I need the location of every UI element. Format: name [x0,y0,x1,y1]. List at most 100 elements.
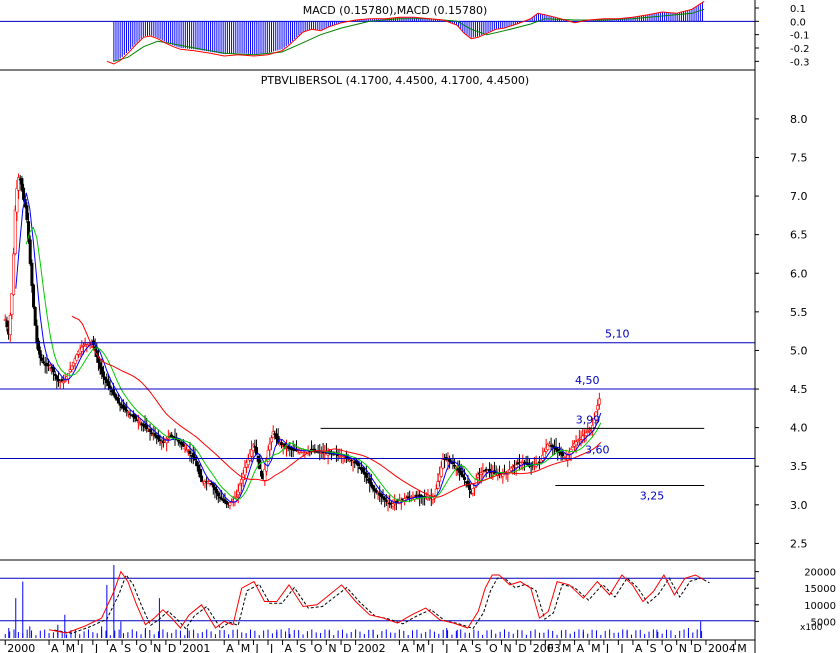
price-candle-body [436,481,440,489]
price-tick-label: 4.5 [790,383,808,396]
price-candle-body [361,467,365,473]
price-candle-body [448,458,452,462]
price-candle-body [488,468,492,472]
x-tick-label: 2002 [358,642,386,653]
price-candle-body [280,442,284,446]
price-tick-label: 8.0 [790,113,808,126]
price-candle-body [158,439,162,442]
x-tick-label: A [226,642,234,653]
price-candle-body [453,465,457,467]
volume-tick-label: 10000 [804,601,836,612]
price-tick-label: 3.5 [790,460,808,473]
price-candle-body [12,253,16,295]
price-candle-body [126,412,130,414]
price-candle-body [576,439,580,443]
volume-unit-label: x100 [800,623,823,633]
price-candle-body [586,431,590,433]
price-candle-body [383,497,387,500]
price-candle-body [123,406,127,411]
price-candle-body [200,475,204,482]
price-candle-body [584,432,588,436]
price-candle-body [136,421,140,423]
price-candle-body [32,284,36,308]
price-candle-body [8,315,12,335]
price-candle-body [108,385,112,389]
x-tick-label: M [66,642,76,653]
price-candle-body [270,437,274,443]
price-candle-body [118,403,122,406]
price-candle-body [106,381,110,386]
price-candle-body [501,473,505,477]
price-candle-body [556,448,560,452]
x-tick-label: 2004 [708,642,736,653]
price-candle-body [33,306,37,326]
volume-tick-label: 15000 [804,584,836,595]
x-tick-label: A [460,642,468,653]
price-candle-body [181,443,185,447]
x-tick-label: A [285,642,293,653]
x-tick-label: J [605,642,609,653]
x-tick-label: S [299,642,306,653]
support-segment-label: 3,25 [640,490,665,503]
x-tick-label: D [168,642,176,653]
reference-line-label: 5,10 [605,328,630,341]
price-tick-label: 4.0 [790,422,808,435]
x-axis: 2000 A M J J A S O N D 2001 A M J J A S O N D 2002 A M J J A S O N D 2… [4,640,747,653]
x-tick-label: J [79,642,83,653]
x-tick-label: N [328,642,336,653]
x-tick-label: S [124,642,131,653]
price-candle-body [463,477,467,480]
price-candle-body [185,449,189,452]
price-candle-body [215,488,219,494]
price-candle-body [25,205,29,220]
x-tick-label: J [254,642,258,653]
price-candle-body [268,443,272,451]
x-tick-label: N [504,642,512,653]
price-tick-label: 6.0 [790,267,808,280]
price-candle-body [183,447,187,450]
macd-tick-label: -0.2 [790,44,810,55]
price-tick-label: 5.0 [790,344,808,357]
price-candle-body [156,435,160,440]
x-tick-label: M [737,642,747,653]
price-tick-label: 3.0 [790,499,808,512]
price-candle-body [211,484,215,488]
x-tick-label: D [693,642,701,653]
price-candle-body [40,357,44,361]
x-tick-label: J [94,642,98,653]
price-candle-body [42,361,46,364]
price-candle-body [133,414,137,419]
price-tick-label: 6.5 [790,229,808,242]
price-candle-body [113,393,117,398]
price-candle-body [188,450,192,454]
x-tick-label: J [444,642,448,653]
price-candle-body [374,490,378,493]
price-candle-body [101,371,105,378]
macd-tick-label: 0.0 [790,17,806,28]
price-tick-label: 2.5 [790,537,808,550]
price-candle-body [459,470,463,476]
x-tick-label: O [139,642,148,653]
x-tick-label: M [416,642,426,653]
price-candle-body [148,428,152,433]
x-tick-label: M [241,642,251,653]
macd-tick-label: 0.1 [790,4,806,15]
price-tick-label: 5.5 [790,306,808,319]
support-segment-label: 3,99 [576,413,601,426]
price-tick-label: 7.5 [790,151,808,164]
macd-title: MACD (0.15780),MACD (0.15780) [303,4,488,17]
volume-tick-label: 20000 [804,568,836,579]
price-candle-body [3,319,7,321]
price-tick-label: 7.0 [790,190,808,203]
price-candle-body [587,429,591,432]
price-candle-body [75,354,79,361]
macd-tick-label: -0.3 [790,57,810,68]
price-candle-body [145,424,149,430]
x-tick-label: J [430,642,434,653]
price-candle-body [176,439,180,442]
price-candle-body [471,488,475,494]
price-candle-body [150,432,154,435]
price-candle-body [379,493,383,497]
price-candle-body [251,444,255,452]
reference-line-label: 4,50 [575,374,600,387]
